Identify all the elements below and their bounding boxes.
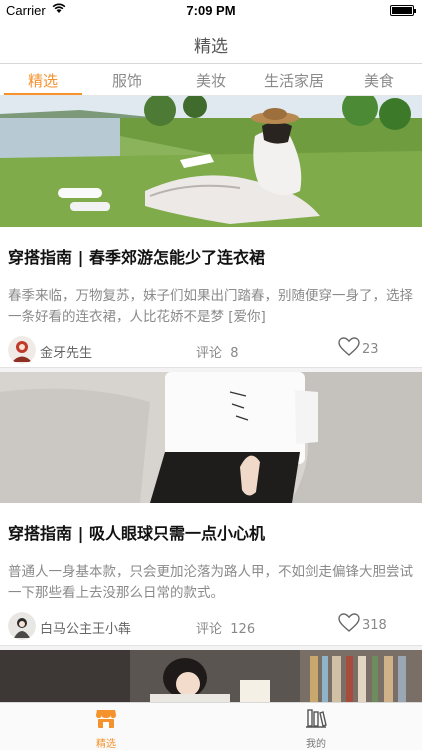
tab-food[interactable]: 美食 [364, 70, 394, 91]
comment-label: 评论 [196, 622, 223, 637]
article-summary: 春季来临，万物复苏，妹子们如果出门踏春，别随便穿一身了，选择一条好看的连衣裙，人… [8, 288, 413, 325]
comment-number: 8 [230, 346, 239, 361]
heart-icon[interactable] [338, 613, 360, 637]
article-title[interactable]: 穿搭指南 | 吸人眼球只需一点小心机 [8, 520, 418, 544]
tab-bar-mine-label: 我的 [306, 739, 326, 750]
article-feed[interactable]: 穿搭指南 | 春季郊游怎能少了连衣裙 春季来临，万物复苏，妹子们如果出门踏春，别… [0, 96, 422, 702]
like-count: 23 [362, 342, 379, 357]
page-title: 精选 [194, 37, 228, 57]
comment-label: 评论 [196, 346, 223, 361]
avatar[interactable] [8, 336, 36, 364]
comment-number: 126 [230, 622, 256, 637]
bottom-tab-bar: 精选 我的 [0, 702, 422, 750]
tab-bar-featured-label: 精选 [96, 739, 116, 750]
clock: 7:09 PM [186, 3, 236, 18]
avatar[interactable] [8, 612, 36, 640]
article-card[interactable]: 穿搭指南 | 春季郊游怎能少了连衣裙 春季来临，万物复苏，妹子们如果出门踏春，别… [0, 96, 422, 368]
author-name[interactable]: 金牙先生 [40, 342, 92, 361]
article-cover-image[interactable] [0, 650, 422, 702]
tab-featured[interactable]: 精选 [28, 70, 58, 91]
category-tabs: 精选 服饰 美妆 生活家居 美食 [0, 64, 422, 96]
comment-count[interactable]: 评论 8 [196, 342, 239, 361]
tab-apparel[interactable]: 服饰 [112, 70, 142, 91]
active-tab-indicator [4, 93, 82, 95]
status-bar: Carrier 7:09 PM [0, 0, 422, 22]
article-card[interactable]: 穿搭指南 | 吸人眼球只需一点小心机 普通人一身基本款，只会更加沦落为路人甲，不… [0, 372, 422, 646]
books-icon [305, 709, 327, 733]
article-summary: 普通人一身基本款，只会更加沦落为路人甲，不如剑走偏锋大胆尝试一下那些看上去没那么… [8, 564, 413, 601]
navigation-bar: 精选 [0, 22, 422, 64]
article-cover-image[interactable] [0, 372, 422, 503]
article-cover-image[interactable] [0, 96, 422, 227]
article-card[interactable] [0, 650, 422, 702]
like-count: 318 [362, 618, 387, 633]
heart-icon[interactable] [338, 337, 360, 361]
tab-bar-mine[interactable]: 我的 [286, 707, 346, 750]
store-icon [95, 710, 117, 733]
tab-beauty[interactable]: 美妆 [196, 70, 226, 91]
tab-bar-featured[interactable]: 精选 [76, 707, 136, 750]
author-name[interactable]: 白马公主王小犇 [40, 618, 131, 637]
comment-count[interactable]: 评论 126 [196, 618, 255, 637]
article-title[interactable]: 穿搭指南 | 春季郊游怎能少了连衣裙 [8, 244, 418, 268]
battery-icon [390, 5, 416, 16]
tab-home-living[interactable]: 生活家居 [264, 70, 324, 91]
